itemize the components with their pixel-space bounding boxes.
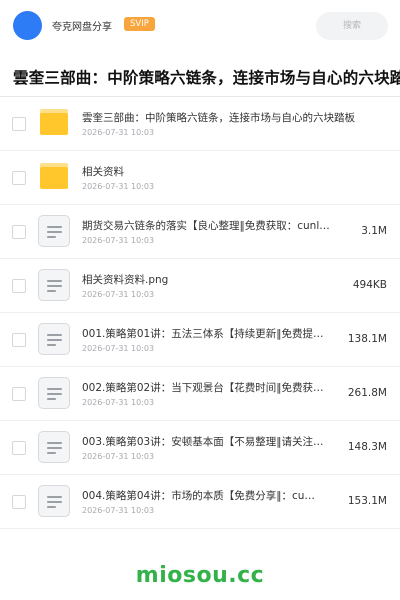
file-name: 002.策略第02讲：当下观景台【花费时间‖免费获… bbox=[82, 382, 324, 394]
file-list: 雲奎三部曲：中阶策略六链条，连接市场与自心的六块踏板 2026-07-31 10… bbox=[0, 97, 400, 529]
document-icon bbox=[38, 269, 70, 301]
folder-icon bbox=[38, 161, 70, 193]
file-date: 2026-07-31 10:03 bbox=[82, 398, 155, 407]
file-size: 148.3M bbox=[347, 441, 387, 453]
watermark-text: miosou.cc bbox=[135, 563, 265, 588]
file-date: 2026-07-31 10:03 bbox=[82, 182, 155, 191]
file-name: 相关资料资料.png bbox=[82, 274, 169, 286]
document-icon bbox=[38, 323, 70, 355]
file-row[interactable]: 001.策略第01讲：五法三体系【持续更新‖免费提… 2026-07-31 10… bbox=[0, 313, 400, 367]
file-name: 003.策略第03讲：安顿基本面【不易整理‖请关注… bbox=[82, 436, 324, 448]
vip-badge: SVIP bbox=[124, 17, 155, 31]
avatar[interactable] bbox=[13, 11, 42, 40]
select-checkbox[interactable] bbox=[12, 171, 26, 185]
file-date: 2026-07-31 10:03 bbox=[82, 344, 155, 353]
select-checkbox[interactable] bbox=[12, 117, 26, 131]
file-date: 2026-07-31 10:03 bbox=[82, 452, 155, 461]
select-checkbox[interactable] bbox=[12, 279, 26, 293]
search-input[interactable]: 搜索 bbox=[316, 12, 388, 40]
file-row[interactable]: 期货交易六链条的落实【良心整理‖免费获取：cunl… 2026-07-31 10… bbox=[0, 205, 400, 259]
file-size: 153.1M bbox=[347, 495, 387, 507]
file-row[interactable]: 雲奎三部曲：中阶策略六链条，连接市场与自心的六块踏板 2026-07-31 10… bbox=[0, 97, 400, 151]
file-row[interactable]: 004.策略第04讲：市场的本质【免费分享‖：cu… 2026-07-31 10… bbox=[0, 475, 400, 529]
document-icon bbox=[38, 485, 70, 517]
select-checkbox[interactable] bbox=[12, 225, 26, 239]
document-icon bbox=[38, 431, 70, 463]
file-date: 2026-07-31 10:03 bbox=[82, 290, 155, 299]
file-name: 相关资料 bbox=[82, 166, 124, 178]
select-checkbox[interactable] bbox=[12, 495, 26, 509]
file-name: 004.策略第04讲：市场的本质【免费分享‖：cu… bbox=[82, 490, 315, 502]
document-icon bbox=[38, 377, 70, 409]
file-date: 2026-07-31 10:03 bbox=[82, 128, 155, 137]
document-icon bbox=[38, 215, 70, 247]
file-name: 期货交易六链条的落实【良心整理‖免费获取：cunl… bbox=[82, 220, 330, 232]
file-name: 001.策略第01讲：五法三体系【持续更新‖免费提… bbox=[82, 328, 324, 340]
select-checkbox[interactable] bbox=[12, 441, 26, 455]
file-size: 494KB bbox=[352, 279, 387, 291]
file-row[interactable]: 相关资料 2026-07-31 10:03 bbox=[0, 151, 400, 205]
select-checkbox[interactable] bbox=[12, 387, 26, 401]
folder-title-bar: 雲奎三部曲：中阶策略六链条，连接市场与自心的六块踏板 bbox=[0, 58, 400, 96]
file-date: 2026-07-31 10:03 bbox=[82, 506, 155, 515]
file-size: 138.1M bbox=[347, 333, 387, 345]
file-date: 2026-07-31 10:03 bbox=[82, 236, 155, 245]
file-size: 261.8M bbox=[347, 387, 387, 399]
page-title: 雲奎三部曲：中阶策略六链条，连接市场与自心的六块踏板 bbox=[13, 69, 400, 87]
share-header: 夸克网盘分享 SVIP 搜索 bbox=[0, 0, 400, 52]
file-size: 3.1M bbox=[361, 225, 387, 237]
sharer-name: 夸克网盘分享 bbox=[52, 22, 112, 33]
file-row[interactable]: 002.策略第02讲：当下观景台【花费时间‖免费获… 2026-07-31 10… bbox=[0, 367, 400, 421]
file-name: 雲奎三部曲：中阶策略六链条，连接市场与自心的六块踏板 bbox=[82, 112, 355, 124]
file-row[interactable]: 相关资料资料.png 2026-07-31 10:03 494KB bbox=[0, 259, 400, 313]
folder-icon bbox=[38, 107, 70, 139]
file-row[interactable]: 003.策略第03讲：安顿基本面【不易整理‖请关注… 2026-07-31 10… bbox=[0, 421, 400, 475]
select-checkbox[interactable] bbox=[12, 333, 26, 347]
